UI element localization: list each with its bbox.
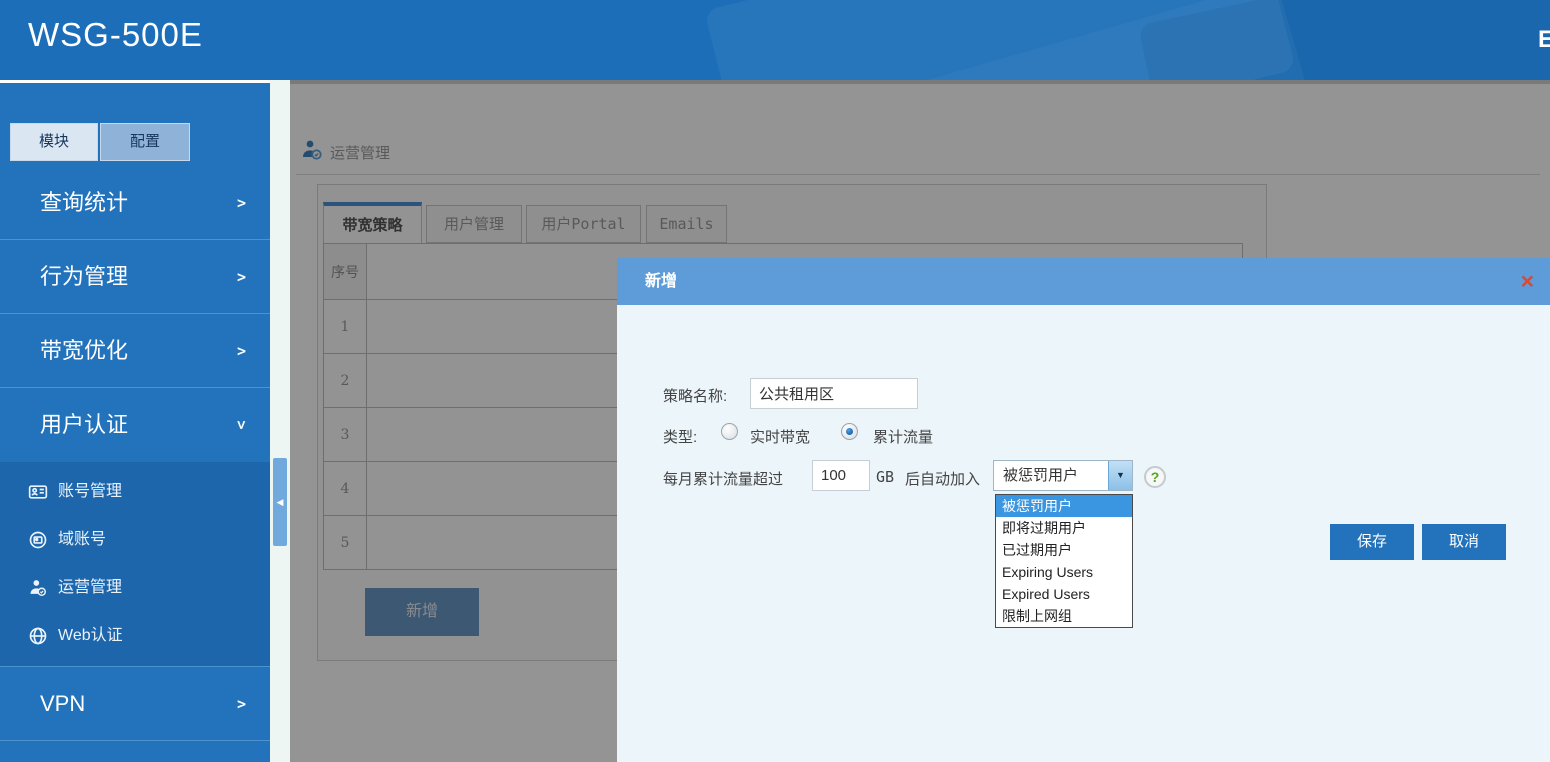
dialog-header: 新增 × bbox=[617, 258, 1550, 305]
sidebar-item-label: VPN bbox=[40, 691, 85, 716]
sidebar-item-vpn[interactable]: VPN > bbox=[0, 667, 270, 741]
domain-account-icon bbox=[28, 530, 48, 550]
config-button[interactable]: 配置 bbox=[100, 123, 190, 161]
sidebar-item-behavior-mgmt[interactable]: 行为管理 > bbox=[0, 240, 270, 314]
sidebar-menu: 查询统计 > 行为管理 > 带宽优化 > 用户认证 > 账号管理 bbox=[0, 166, 270, 762]
operator-icon bbox=[28, 578, 48, 598]
option-expired-users-en[interactable]: Expired Users bbox=[996, 583, 1132, 605]
sidebar-item-label: 账号管理 bbox=[58, 468, 122, 516]
sidebar-item-web-auth[interactable]: Web认证 bbox=[0, 612, 270, 660]
sidebar-collapse-handle[interactable]: ◀ bbox=[273, 458, 287, 546]
type-label: 类型: bbox=[663, 426, 697, 447]
auto-join-label: 后自动加入 bbox=[905, 468, 980, 489]
sidebar-item-other[interactable]: 其他 > bbox=[0, 741, 270, 762]
unit-label: GB bbox=[876, 468, 894, 486]
module-button[interactable]: 模块 bbox=[10, 123, 98, 161]
sidebar-gutter: ◀ bbox=[270, 80, 290, 762]
user-auth-submenu: 账号管理 域账号 运营管理 bbox=[0, 462, 270, 667]
save-button[interactable]: 保存 bbox=[1330, 524, 1414, 560]
chevron-right-icon: > bbox=[237, 314, 246, 388]
select-value: 被惩罚用户 bbox=[1003, 461, 1078, 490]
collapse-left-icon: ◀ bbox=[277, 497, 284, 508]
chevron-right-icon: > bbox=[237, 166, 246, 240]
sidebar-item-operations-mgmt[interactable]: 运营管理 bbox=[0, 564, 270, 612]
dialog-body: 策略名称: 类型: 实时带宽 累计流量 每月累计流量超过 GB 后自动加入 被惩… bbox=[617, 305, 1550, 762]
radio-realtime-label: 实时带宽 bbox=[750, 426, 810, 447]
dialog-title: 新增 bbox=[645, 258, 677, 305]
traffic-limit-input[interactable] bbox=[812, 460, 870, 491]
cancel-button[interactable]: 取消 bbox=[1422, 524, 1506, 560]
sidebar-item-bandwidth-opt[interactable]: 带宽优化 > bbox=[0, 314, 270, 388]
sidebar-item-user-auth[interactable]: 用户认证 > bbox=[0, 388, 270, 462]
chevron-right-icon: > bbox=[237, 667, 246, 741]
policy-name-label: 策略名称: bbox=[663, 385, 727, 406]
chevron-down-icon: > bbox=[204, 420, 270, 429]
option-punished-users[interactable]: 被惩罚用户 bbox=[996, 495, 1132, 517]
radio-cumulative-traffic[interactable] bbox=[841, 423, 858, 440]
sidebar-item-label: Web认证 bbox=[58, 612, 123, 660]
sidebar-item-label: 域账号 bbox=[58, 516, 106, 564]
option-restricted-group[interactable]: 限制上网组 bbox=[996, 605, 1132, 627]
help-icon[interactable]: ? bbox=[1144, 466, 1166, 488]
close-icon[interactable]: × bbox=[1521, 266, 1534, 296]
globe-icon bbox=[28, 626, 48, 646]
chevron-right-icon: > bbox=[237, 741, 246, 762]
add-dialog: 新增 × 策略名称: 类型: 实时带宽 累计流量 每月累计流量超过 GB 后自动… bbox=[617, 258, 1550, 762]
sidebar-item-domain-account[interactable]: 域账号 bbox=[0, 516, 270, 564]
select-dropdown-icon[interactable]: ▼ bbox=[1108, 461, 1132, 490]
sidebar-item-label: 用户认证 bbox=[40, 412, 128, 437]
sidebar-item-query-stats[interactable]: 查询统计 > bbox=[0, 166, 270, 240]
option-expiring-users-en[interactable]: Expiring Users bbox=[996, 561, 1132, 583]
chevron-right-icon: > bbox=[237, 240, 246, 314]
target-group-select[interactable]: 被惩罚用户 ▼ bbox=[993, 460, 1133, 491]
option-expiring-users-cn[interactable]: 即将过期用户 bbox=[996, 517, 1132, 539]
app-header: WSG-500E E bbox=[0, 0, 1550, 80]
sidebar: 模块 配置 查询统计 > 行为管理 > 带宽优化 > 用户认证 > bbox=[0, 80, 270, 762]
screen: WSG-500E E 模块 配置 查询统计 > 行为管理 > 带宽优化 > 用户… bbox=[0, 0, 1550, 762]
option-expired-users-cn[interactable]: 已过期用户 bbox=[996, 539, 1132, 561]
sidebar-item-label: 行为管理 bbox=[40, 264, 128, 289]
monthly-traffic-label: 每月累计流量超过 bbox=[663, 468, 783, 489]
sidebar-item-label: 带宽优化 bbox=[40, 338, 128, 363]
radio-realtime-bandwidth[interactable] bbox=[721, 423, 738, 440]
sidebar-item-label: 查询统计 bbox=[40, 190, 128, 215]
id-card-icon bbox=[28, 482, 48, 502]
radio-cumulative-label: 累计流量 bbox=[873, 426, 933, 447]
header-right-truncated-text: E bbox=[1538, 26, 1550, 54]
group-options-list: 被惩罚用户 即将过期用户 已过期用户 Expiring Users Expire… bbox=[995, 494, 1133, 628]
policy-name-input[interactable] bbox=[750, 378, 918, 409]
sidebar-item-account-mgmt[interactable]: 账号管理 bbox=[0, 468, 270, 516]
app-logo: WSG-500E bbox=[28, 16, 203, 54]
sidebar-item-label: 运营管理 bbox=[58, 564, 122, 612]
